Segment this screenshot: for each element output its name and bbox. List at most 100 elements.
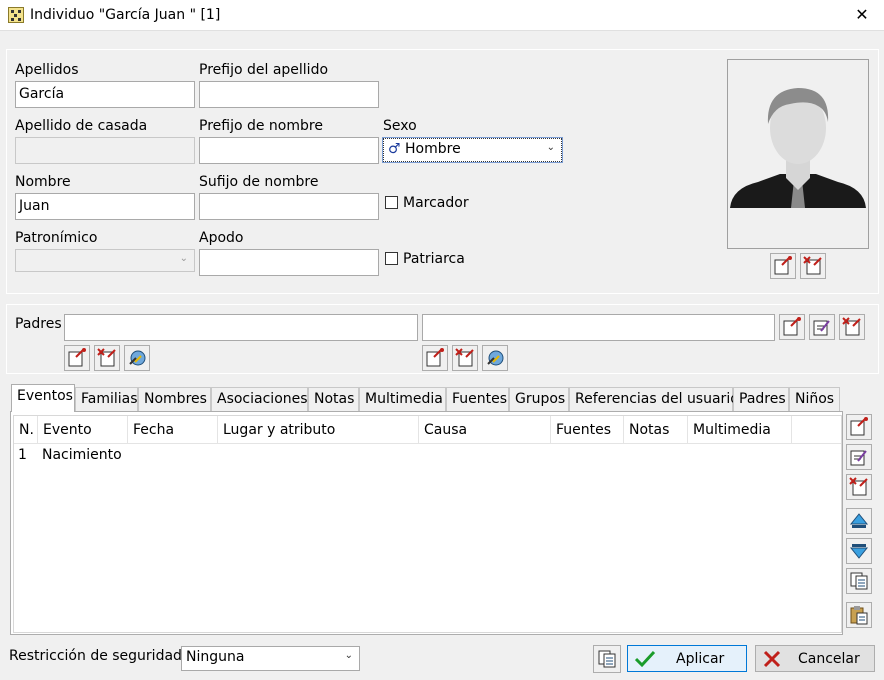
column-header-causa[interactable]: Causa (419, 416, 551, 444)
edit-parents-button[interactable] (809, 314, 835, 340)
edit-icon (813, 320, 830, 336)
delete-mother-button[interactable] (452, 345, 478, 371)
cancel-label: Cancelar (798, 650, 860, 667)
column-header-notas[interactable]: Notas (624, 416, 688, 444)
delete-icon (97, 348, 116, 367)
prefijo-apellido-input[interactable] (199, 81, 379, 108)
marcador-checkbox[interactable] (385, 196, 398, 209)
patronimico-label: Patronímico (15, 230, 98, 246)
column-header-filler (792, 416, 841, 444)
events-table[interactable]: N. Evento Fecha Lugar y atributo Causa F… (13, 415, 842, 633)
delete-parents-button[interactable] (839, 314, 865, 340)
patriarca-label: Patriarca (403, 251, 465, 267)
column-header-evento[interactable]: Evento (38, 416, 128, 444)
report-button[interactable] (593, 645, 621, 673)
delete-icon (455, 348, 474, 367)
patronimico-select: ⌄ (15, 249, 195, 272)
cancel-button[interactable]: Cancelar (755, 645, 875, 672)
prefijo-nombre-label: Prefijo de nombre (199, 118, 323, 134)
column-header-n[interactable]: N. (14, 416, 38, 444)
apellidos-label: Apellidos (15, 62, 79, 78)
chevron-down-icon: ⌄ (344, 650, 353, 661)
delete-photo-button[interactable] (800, 253, 826, 279)
nombre-label: Nombre (15, 174, 71, 190)
add-icon (68, 348, 86, 367)
move-down-button[interactable] (846, 538, 872, 564)
nombre-input[interactable]: Juan (15, 193, 195, 220)
tab-notas[interactable]: Notas (308, 387, 359, 411)
apellidos-input[interactable]: García (15, 81, 195, 108)
male-icon: ♂ (388, 141, 401, 157)
select-father-button[interactable] (124, 345, 150, 371)
apodo-input[interactable] (199, 249, 379, 276)
tab-ninos[interactable]: Niños (789, 387, 840, 411)
close-icon (763, 650, 781, 667)
check-icon (634, 650, 656, 667)
apellido-casada-label: Apellido de casada (15, 118, 148, 134)
move-up-button[interactable] (846, 508, 872, 534)
column-header-multimedia[interactable]: Multimedia (688, 416, 792, 444)
tab-padres[interactable]: Padres (733, 387, 789, 411)
delete-father-button[interactable] (94, 345, 120, 371)
apply-button[interactable]: Aplicar (627, 645, 747, 672)
column-header-fecha[interactable]: Fecha (128, 416, 218, 444)
copy-icon (598, 650, 616, 668)
father-input[interactable] (64, 314, 418, 341)
padres-label: Padres (15, 316, 62, 332)
tab-fuentes[interactable]: Fuentes (446, 387, 509, 411)
column-header-fuentes[interactable]: Fuentes (551, 416, 624, 444)
apodo-label: Apodo (199, 230, 244, 246)
person-photo[interactable] (727, 59, 869, 249)
link-person-icon (129, 350, 146, 366)
tab-grupos[interactable]: Grupos (509, 387, 569, 411)
tab-nombres[interactable]: Nombres (138, 387, 211, 411)
apellido-casada-input (15, 137, 195, 164)
sufijo-nombre-input[interactable] (199, 193, 379, 220)
copy-icon (850, 572, 868, 590)
paste-event-button[interactable] (846, 602, 872, 628)
select-mother-button[interactable] (482, 345, 508, 371)
row-evento: Nacimiento (42, 447, 122, 463)
copy-event-button[interactable] (846, 568, 872, 594)
marcador-label: Marcador (403, 195, 469, 211)
add-icon (783, 317, 801, 336)
link-person-icon (487, 350, 504, 366)
delete-icon (803, 256, 822, 275)
add-father-button[interactable] (64, 345, 90, 371)
row-number: 1 (18, 447, 27, 463)
table-row[interactable]: 1 Nacimiento (14, 445, 841, 467)
restriction-value: Ninguna (186, 649, 245, 665)
mother-input[interactable] (422, 314, 775, 341)
chevron-down-icon: ⌄ (546, 142, 555, 153)
restriction-select[interactable]: Ninguna ⌄ (181, 646, 360, 671)
add-event-button[interactable] (846, 414, 872, 440)
window-title: Individuo "García Juan " [1] (30, 7, 221, 23)
add-icon (774, 256, 792, 275)
add-photo-button[interactable] (770, 253, 796, 279)
add-icon (850, 417, 868, 436)
paste-icon (850, 606, 868, 625)
tab-familias[interactable]: Familias (75, 387, 138, 411)
add-mother-button[interactable] (422, 345, 448, 371)
tab-referencias-usuario[interactable]: Referencias del usuario (569, 387, 739, 411)
sexo-select[interactable]: ♂ Hombre ⌄ (382, 137, 563, 163)
tab-multimedia[interactable]: Multimedia (359, 387, 446, 411)
tab-asociaciones[interactable]: Asociaciones (211, 387, 308, 411)
arrow-up-icon (849, 513, 869, 528)
prefijo-apellido-label: Prefijo del apellido (199, 62, 329, 78)
app-icon (8, 7, 24, 23)
sexo-label: Sexo (383, 118, 417, 134)
add-parents-button[interactable] (779, 314, 805, 340)
delete-icon (849, 477, 868, 496)
sexo-value: Hombre (405, 141, 461, 157)
tab-eventos[interactable]: Eventos (11, 384, 75, 412)
close-button[interactable]: ✕ (850, 4, 874, 26)
patriarca-checkbox[interactable] (385, 252, 398, 265)
column-header-lugar[interactable]: Lugar y atributo (218, 416, 419, 444)
arrow-down-icon (849, 544, 869, 559)
edit-event-button[interactable] (846, 444, 872, 470)
delete-icon (842, 317, 861, 336)
prefijo-nombre-input[interactable] (199, 137, 379, 164)
delete-event-button[interactable] (846, 474, 872, 500)
restriction-label: Restricción de seguridad (9, 648, 182, 664)
